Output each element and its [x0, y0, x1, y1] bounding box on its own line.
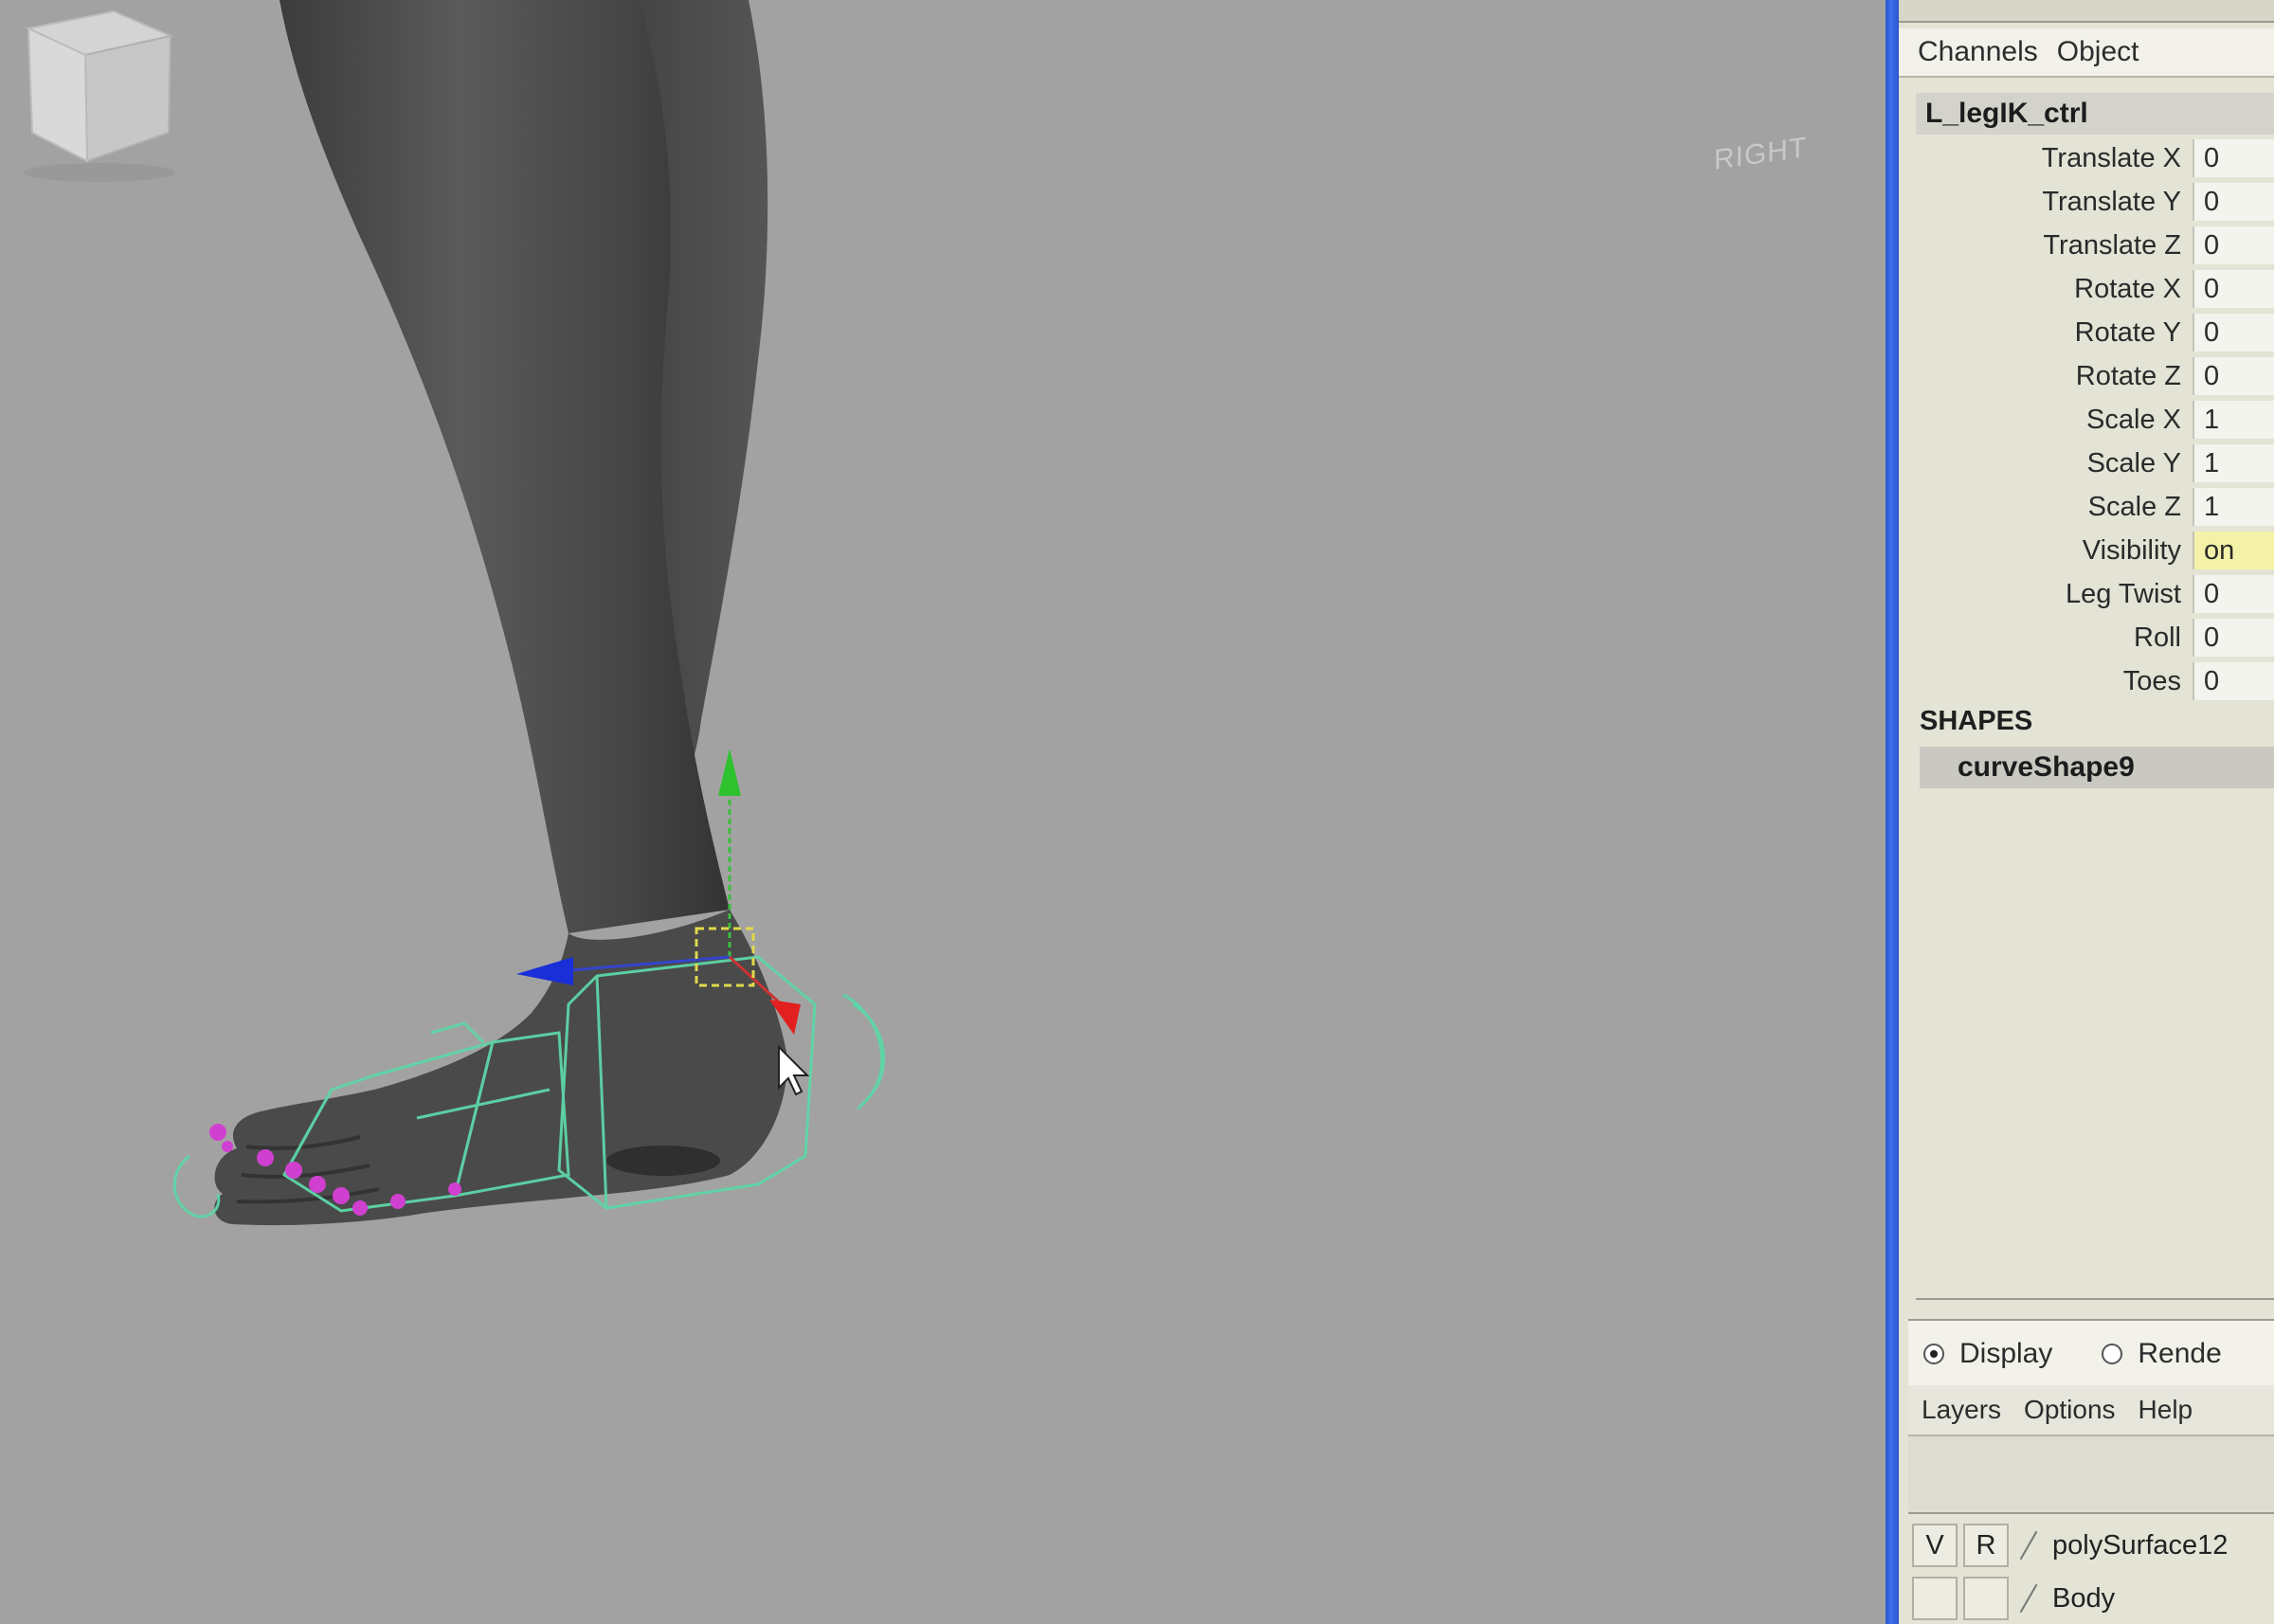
attr-translate-z[interactable]: Translate Z 0: [1916, 224, 2274, 267]
layer-name: Body: [2052, 1582, 2116, 1614]
attr-rotate-x[interactable]: Rotate X 0: [1916, 267, 2274, 311]
attr-toes[interactable]: Toes 0: [1916, 659, 2274, 703]
attr-value[interactable]: 0: [2193, 270, 2274, 308]
attr-label: Rotate Y: [2074, 316, 2181, 348]
menu-options[interactable]: Options: [2024, 1395, 2116, 1425]
attr-value[interactable]: 1: [2193, 401, 2274, 439]
layer-row[interactable]: Body: [1912, 1573, 2274, 1624]
attr-value[interactable]: 0: [2193, 619, 2274, 657]
attr-value[interactable]: 0: [2193, 226, 2274, 264]
attr-scale-y[interactable]: Scale Y 1: [1916, 442, 2274, 485]
attr-label: Rotate X: [2074, 273, 2181, 304]
layer-name: polySurface12: [2052, 1529, 2229, 1561]
layer-toolbar: [1908, 1436, 2274, 1514]
foot: [214, 910, 787, 1226]
attr-value[interactable]: 1: [2193, 444, 2274, 482]
channel-box-panel: Channels Object L_legIK_ctrl Translate X…: [1899, 0, 2274, 1624]
layer-color-swatch[interactable]: [2014, 1577, 2043, 1620]
attr-value[interactable]: 0: [2193, 662, 2274, 700]
radio-dot[interactable]: [2102, 1344, 2123, 1364]
attr-translate-y[interactable]: Translate Y 0: [1916, 180, 2274, 224]
radio-label: Rende: [2138, 1338, 2222, 1369]
panel-divider[interactable]: [1886, 0, 1899, 1624]
attr-rotate-y[interactable]: Rotate Y 0: [1916, 311, 2274, 354]
attr-rotate-z[interactable]: Rotate Z 0: [1916, 354, 2274, 398]
radio-render[interactable]: Rende: [2102, 1338, 2222, 1370]
attr-label: Scale X: [2086, 404, 2181, 435]
attr-visibility[interactable]: Visibility on: [1916, 529, 2274, 572]
layer-visibility-toggle[interactable]: V: [1912, 1524, 1958, 1567]
layer-color-swatch[interactable]: [2014, 1524, 2043, 1567]
attr-label: Toes: [2122, 665, 2181, 696]
panel-title-bar: [1899, 0, 2274, 23]
attr-label: Rotate Z: [2075, 360, 2181, 391]
layer-reference-toggle[interactable]: [1963, 1577, 2009, 1620]
selected-node-name[interactable]: L_legIK_ctrl: [1916, 93, 2274, 135]
menu-channels[interactable]: Channels: [1918, 36, 2038, 68]
menu-layers[interactable]: Layers: [1922, 1395, 2001, 1425]
menu-object[interactable]: Object: [2057, 36, 2139, 68]
layer-row[interactable]: V R polySurface12: [1912, 1520, 2274, 1571]
channel-box-empty-area: [1916, 796, 2274, 1300]
attr-scale-x[interactable]: Scale X 1: [1916, 398, 2274, 442]
layer-editor-menu: Layers Options Help: [1908, 1385, 2274, 1436]
shape-node-name[interactable]: curveShape9: [1920, 747, 2274, 788]
attr-value[interactable]: on: [2193, 532, 2274, 569]
layer-list: V R polySurface12 Body: [1912, 1514, 2274, 1624]
attr-value[interactable]: 0: [2193, 314, 2274, 352]
attr-value[interactable]: 0: [2193, 139, 2274, 177]
attr-label: Scale Y: [2086, 447, 2181, 478]
layer-visibility-toggle[interactable]: [1912, 1577, 1958, 1620]
attr-value[interactable]: 0: [2193, 183, 2274, 221]
attr-translate-x[interactable]: Translate X 0: [1916, 136, 2274, 180]
layer-reference-toggle[interactable]: R: [1963, 1524, 2009, 1567]
attr-label: Leg Twist: [2066, 578, 2181, 609]
view-cube[interactable]: [0, 0, 190, 189]
attr-label: Scale Z: [2087, 491, 2181, 522]
layer-mode-bar: Display Rende: [1908, 1319, 2274, 1387]
attr-roll[interactable]: Roll 0: [1916, 616, 2274, 659]
attr-label: Translate X: [2041, 142, 2181, 173]
attr-label: Visibility: [2082, 534, 2181, 566]
attr-label: Translate Z: [2043, 229, 2181, 261]
radio-label: Display: [1959, 1338, 2053, 1369]
radio-display[interactable]: Display: [1923, 1338, 2052, 1370]
attr-leg-twist[interactable]: Leg Twist 0: [1916, 572, 2274, 616]
viewport-3d[interactable]: RIGHT: [0, 0, 1886, 1624]
attr-scale-z[interactable]: Scale Z 1: [1916, 485, 2274, 529]
menu-help[interactable]: Help: [2139, 1395, 2193, 1425]
attr-value[interactable]: 1: [2193, 488, 2274, 526]
radio-dot[interactable]: [1923, 1344, 1944, 1364]
attr-label: Roll: [2134, 622, 2181, 653]
attr-value[interactable]: 0: [2193, 357, 2274, 395]
shapes-heading: SHAPES: [1920, 706, 2033, 736]
channel-box-menu: Channels Object: [1899, 28, 2274, 78]
leg-model: [172, 0, 886, 1226]
attr-value[interactable]: 0: [2193, 575, 2274, 613]
attr-label: Translate Y: [2042, 186, 2181, 217]
